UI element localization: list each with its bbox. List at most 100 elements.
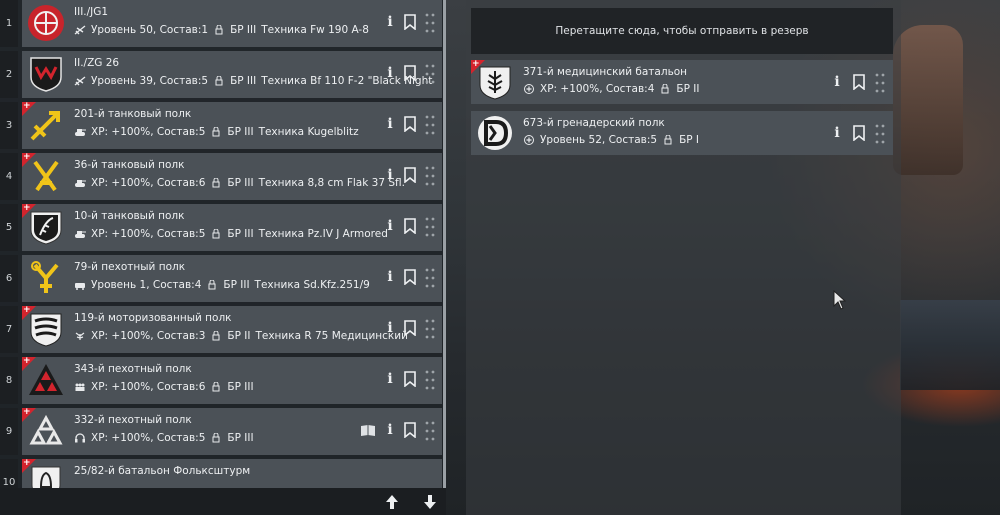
bookmark-icon[interactable]: [404, 269, 416, 285]
info-button[interactable]: i: [385, 64, 395, 82]
squad-card[interactable]: + 10-й танковый полк XP: +100%, Состав:5…: [22, 203, 442, 251]
squad-title: 79-й пехотный полк: [74, 261, 186, 273]
squad-title: 332-й пехотный полк: [74, 414, 192, 426]
squad-info: Уровень 52, Состав:5 БР I: [523, 134, 699, 146]
squad-card[interactable]: II./ZG 26 Уровень 39, Состав:5 БР III Те…: [22, 51, 442, 98]
squad-info: XP: +100%, Состав:6 БР III Техника 8,8 c…: [74, 177, 405, 189]
reserve-squad-card[interactable]: 673-й гренадерский полк Уровень 52, Сост…: [471, 111, 893, 155]
squad-card[interactable]: + 25/82-й батальон Фольксштурм: [22, 458, 442, 488]
car-icon: [75, 283, 85, 290]
row-number: 7: [0, 306, 18, 353]
squad-vehicle: Техника Kugelblitz: [258, 126, 359, 138]
squad-stats: XP: +100%, Состав:6: [91, 381, 206, 393]
mouse-cursor-icon: [833, 290, 847, 310]
row-number: 1: [0, 0, 18, 47]
lock-icon: [208, 280, 216, 290]
squad-emblem-79: [31, 261, 59, 293]
squad-emblem-119: [30, 313, 62, 347]
bookmark-icon[interactable]: [404, 167, 416, 183]
drag-handle-icon[interactable]: [425, 267, 435, 289]
squad-emblem-36: [33, 160, 59, 192]
bookmark-icon[interactable]: [404, 422, 416, 438]
list-item[interactable]: 3 + 201-й танковый полк XP: +100%, Соста…: [0, 101, 446, 149]
row-number: 4: [0, 153, 18, 200]
bookmark-icon[interactable]: [404, 116, 416, 132]
list-item[interactable]: 1 III./JG1 Уровень 50, Состав:1 БР III Т…: [0, 0, 446, 47]
move-down-arrow-icon[interactable]: [423, 494, 437, 510]
info-button[interactable]: i: [385, 13, 395, 31]
drag-handle-icon[interactable]: [425, 318, 435, 340]
info-button[interactable]: i: [385, 370, 395, 388]
squad-stats: XP: +100%, Состав:5: [91, 228, 206, 240]
info-button[interactable]: i: [385, 268, 395, 286]
info-button[interactable]: i: [832, 73, 842, 91]
reserve-dropzone[interactable]: Перетащите сюда, чтобы отправить в резер…: [471, 8, 893, 54]
lock-icon: [212, 331, 220, 341]
squad-stats: XP: +100%, Состав:4: [540, 83, 655, 95]
manual-book-icon[interactable]: [360, 424, 376, 437]
bookmark-icon[interactable]: [404, 65, 416, 81]
drag-handle-icon[interactable]: [425, 63, 435, 85]
bookmark-icon[interactable]: [404, 14, 416, 30]
info-button[interactable]: i: [385, 319, 395, 337]
row-number: 5: [0, 204, 18, 251]
battle-rating: БР II: [676, 83, 700, 95]
bookmark-icon[interactable]: [853, 125, 865, 141]
drag-handle-icon[interactable]: [425, 216, 435, 238]
squad-card[interactable]: + 36-й танковый полк XP: +100%, Состав:6…: [22, 152, 442, 200]
battle-rating: БР III: [227, 126, 254, 138]
list-item[interactable]: 6 79-й пехотный полк Уровень 1, Состав:4…: [0, 255, 446, 302]
list-footer: [0, 488, 446, 515]
squad-card[interactable]: + 119-й моторизованный полк XP: +100%, С…: [22, 305, 442, 353]
squad-emblem-jg1: [28, 5, 64, 41]
lock-icon: [212, 127, 220, 137]
squad-emblem-371: [479, 66, 511, 100]
drag-handle-icon[interactable]: [425, 369, 435, 391]
list-item[interactable]: 4 + 36-й танковый полк XP: +100%, Состав…: [0, 152, 446, 200]
list-scrollbar[interactable]: [443, 0, 446, 488]
list-item[interactable]: 5 + 10-й танковый полк XP: +100%, Состав…: [0, 203, 446, 251]
lock-icon: [212, 178, 220, 188]
bookmark-icon[interactable]: [404, 320, 416, 336]
drag-handle-icon[interactable]: [425, 114, 435, 136]
list-item[interactable]: 9 + 332-й пехотный полк XP: +100%, Соста…: [0, 407, 446, 455]
drag-handle-icon[interactable]: [875, 123, 885, 145]
list-item[interactable]: 8 + 343-й пехотный полк XP: +100%, Соста…: [0, 356, 446, 404]
info-button[interactable]: i: [385, 217, 395, 235]
bookmark-icon[interactable]: [853, 74, 865, 90]
row-number: 9: [0, 408, 18, 455]
squad-card[interactable]: + 201-й танковый полк XP: +100%, Состав:…: [22, 101, 442, 149]
bookmark-icon[interactable]: [404, 371, 416, 387]
squad-emblem-332: [29, 414, 63, 445]
squad-card[interactable]: + 343-й пехотный полк XP: +100%, Состав:…: [22, 356, 442, 404]
list-item[interactable]: 2 II./ZG 26 Уровень 39, Состав:5 БР III …: [0, 51, 446, 98]
squad-card[interactable]: 79-й пехотный полк Уровень 1, Состав:4 Б…: [22, 255, 442, 302]
battle-rating: БР III: [227, 381, 254, 393]
drag-handle-icon[interactable]: [875, 72, 885, 94]
squad-title: 343-й пехотный полк: [74, 363, 192, 375]
bookmark-icon[interactable]: [404, 218, 416, 234]
move-up-arrow-icon[interactable]: [385, 494, 399, 510]
battle-rating: БР III: [227, 177, 254, 189]
drag-handle-icon[interactable]: [425, 420, 435, 442]
info-button[interactable]: i: [385, 421, 395, 439]
drag-handle-icon[interactable]: [425, 165, 435, 187]
drag-handle-icon[interactable]: [425, 12, 435, 34]
row-number: 2: [0, 51, 18, 98]
reserve-squad-card[interactable]: + 371-й медицинский батальон XP: +100%, …: [471, 59, 893, 104]
squad-card[interactable]: + 332-й пехотный полк XP: +100%, Состав:…: [22, 407, 442, 455]
info-button[interactable]: i: [832, 124, 842, 142]
squad-title: II./ZG 26: [74, 57, 120, 69]
lock-icon: [215, 25, 223, 35]
list-item[interactable]: 10 + 25/82-й батальон Фольксштурм: [0, 458, 446, 488]
list-item[interactable]: 7 + 119-й моторизованный полк XP: +100%,…: [0, 305, 446, 353]
medic-cross-icon: [524, 135, 534, 145]
info-button[interactable]: i: [385, 115, 395, 133]
tank-icon: [75, 129, 86, 136]
info-button[interactable]: i: [385, 166, 395, 184]
squad-card[interactable]: III./JG1 Уровень 50, Состав:1 БР III Тех…: [22, 0, 442, 47]
squad-stats: XP: +100%, Состав:3: [91, 330, 206, 342]
squad-vehicle: Техника Sd.Kfz.251/9: [254, 279, 370, 291]
squad-title: 36-й танковый полк: [74, 159, 185, 171]
lock-icon: [212, 382, 220, 392]
